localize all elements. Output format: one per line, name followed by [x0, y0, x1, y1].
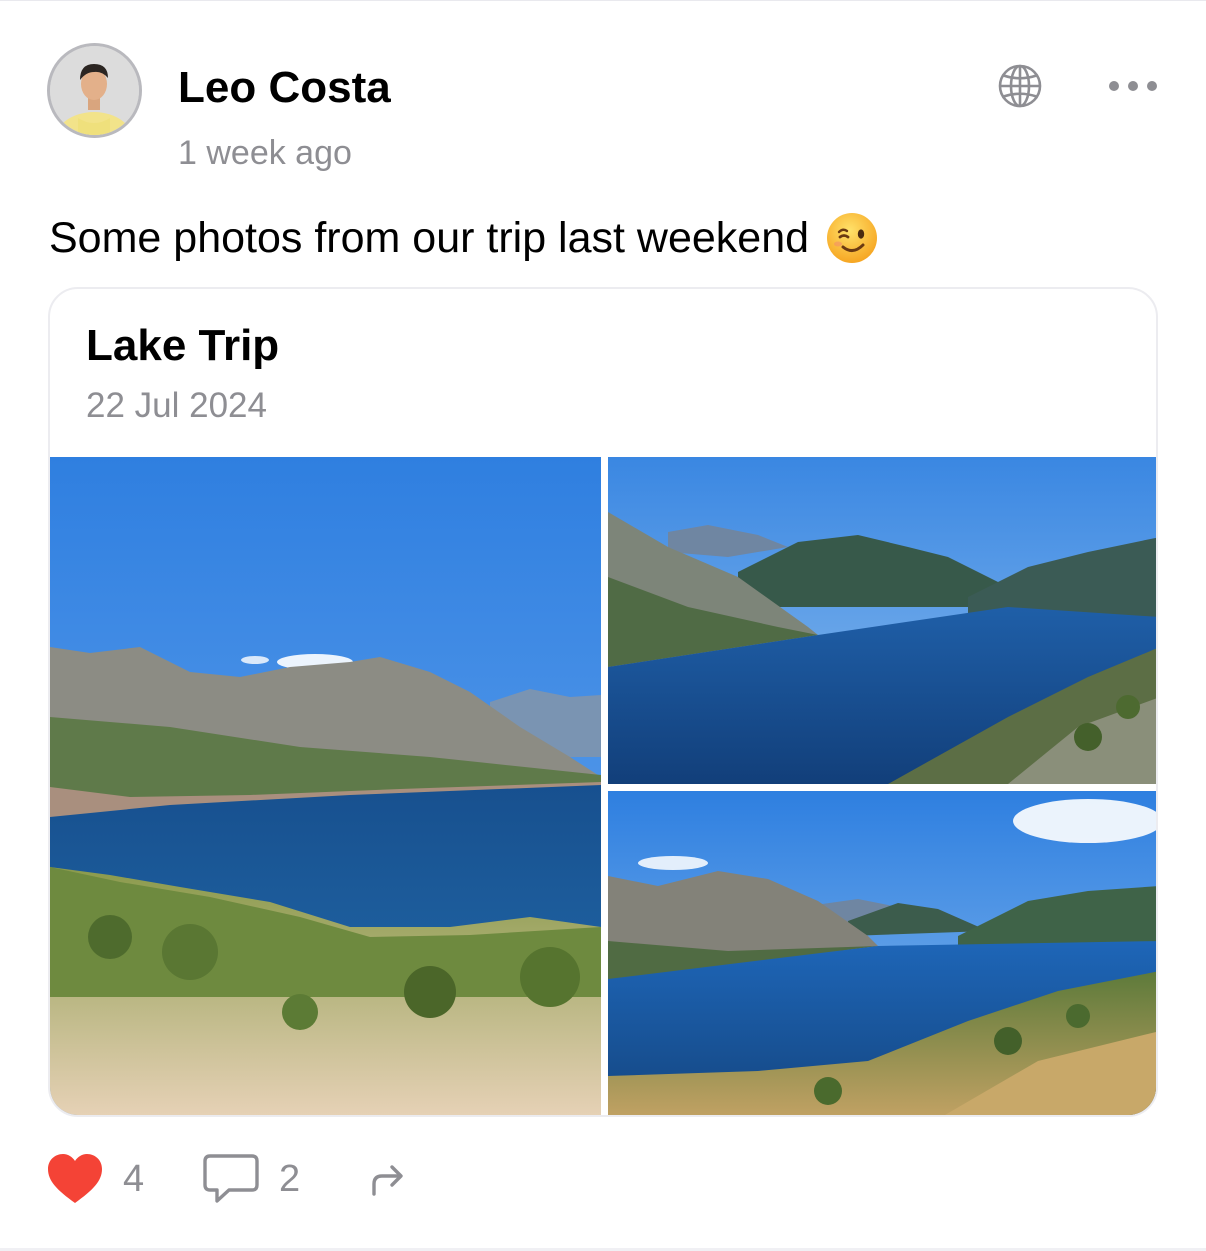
photo-image	[50, 457, 601, 1115]
album-card[interactable]: Lake Trip 22 Jul 2024	[48, 287, 1158, 1117]
winking-face-emoji	[825, 211, 879, 265]
comment-button[interactable]: 2	[203, 1151, 300, 1207]
comment-count: 2	[279, 1158, 301, 1200]
post-card: Leo Costa 1 week ago Some photos from ou…	[0, 0, 1206, 1251]
post-timestamp: 1 week ago	[178, 134, 352, 172]
post-text-content: Some photos from our trip last weekend	[49, 214, 810, 262]
album-photo-3[interactable]	[608, 791, 1156, 1115]
photo-image	[608, 457, 1156, 784]
share-arrow-icon	[372, 1165, 403, 1196]
album-photo-1[interactable]	[50, 457, 601, 1115]
album-photo-2[interactable]	[608, 457, 1156, 784]
like-button[interactable]: 4	[47, 1151, 144, 1207]
photo-image	[608, 791, 1156, 1115]
visibility-button[interactable]	[997, 63, 1043, 109]
heart-icon	[48, 1154, 102, 1203]
album-date: 22 Jul 2024	[86, 386, 267, 425]
album-title: Lake Trip	[86, 321, 280, 370]
author-name[interactable]: Leo Costa	[178, 63, 391, 113]
share-button[interactable]	[366, 1151, 408, 1207]
globe-icon	[998, 64, 1042, 108]
speech-bubble-icon	[203, 1154, 259, 1203]
post-menu-button[interactable]	[1104, 69, 1164, 103]
author-avatar[interactable]	[47, 43, 142, 138]
post-text: Some photos from our trip last weekend	[49, 211, 879, 265]
more-horizontal-icon	[1109, 81, 1157, 91]
avatar-image	[50, 46, 139, 135]
like-count: 4	[123, 1158, 145, 1200]
